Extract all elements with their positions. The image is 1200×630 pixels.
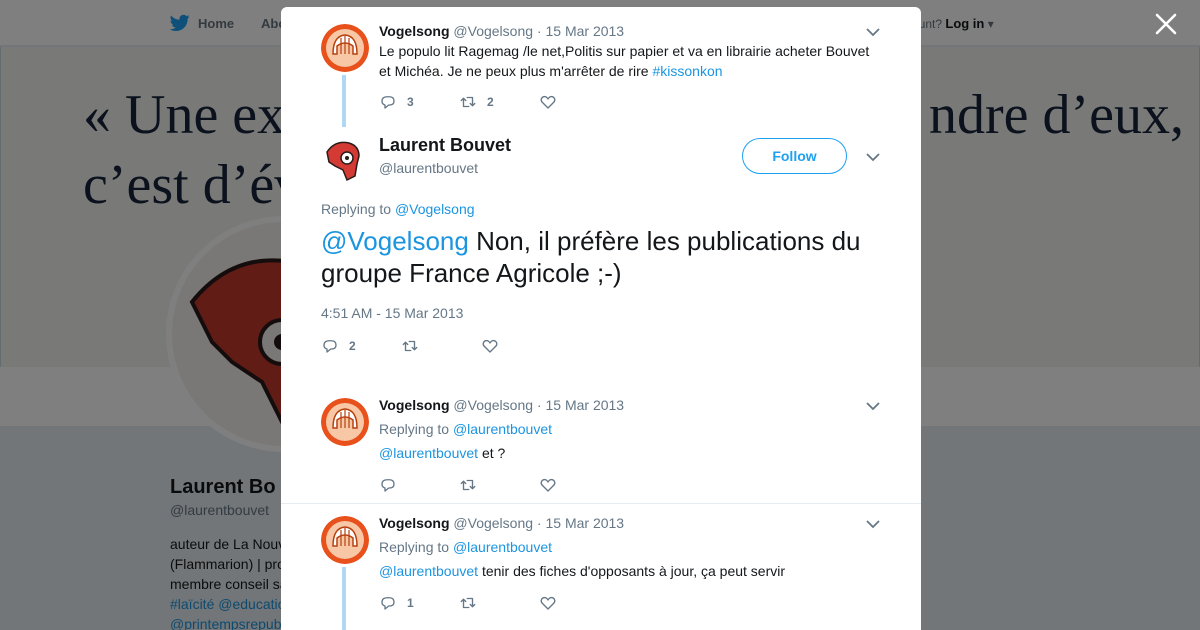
chevron-down-icon[interactable] <box>865 516 881 532</box>
fullname[interactable]: Vogelsong <box>379 397 450 413</box>
retweet-button[interactable] <box>459 476 539 494</box>
heart-icon <box>540 478 556 492</box>
tweet-header: Vogelsong @Vogelsong · 15 Mar 2013 <box>379 397 624 413</box>
replying-prefix: Replying to <box>379 421 453 437</box>
retweet-button[interactable] <box>401 337 481 355</box>
reply-icon <box>381 597 395 610</box>
username[interactable]: @laurentbouvet <box>379 160 478 176</box>
helmet-avatar-icon <box>321 398 369 446</box>
tweet-actions: 1 <box>379 593 619 613</box>
username[interactable]: @Vogelsong <box>453 515 533 531</box>
tweet-actions: 2 <box>321 336 561 356</box>
tweet-text-body: tenir des fiches d'opposants à jour, ça … <box>478 563 786 579</box>
retweet-icon <box>460 597 476 609</box>
fullname[interactable]: Laurent Bouvet <box>379 135 511 156</box>
replying-to-link[interactable]: @laurentbouvet <box>453 539 552 555</box>
reply-tweet[interactable]: Vogelsong @Vogelsong · 15 Mar 2013 Reply… <box>281 385 921 503</box>
separator-dot: · <box>536 515 542 531</box>
mention-link[interactable]: @laurentbouvet <box>379 563 478 579</box>
reply-tweet[interactable]: Vogelsong @Vogelsong · 15 Mar 2013 Reply… <box>281 503 921 630</box>
retweet-icon <box>402 340 418 352</box>
tweet-header: Vogelsong @Vogelsong · 15 Mar 2013 <box>379 515 624 531</box>
thread-line <box>342 567 346 630</box>
reply-icon <box>381 479 395 492</box>
follow-button[interactable]: Follow <box>742 138 847 174</box>
tweet-actions <box>379 475 619 495</box>
tweet-text-body: et ? <box>478 445 506 461</box>
tweet-text: @Vogelsong Non, il préfère les publicati… <box>321 225 891 289</box>
heart-icon <box>540 596 556 610</box>
username[interactable]: @Vogelsong <box>453 397 533 413</box>
tweet-timestamp[interactable]: 4:51 AM - 15 Mar 2013 <box>321 305 463 321</box>
retweet-button[interactable] <box>459 594 539 612</box>
avatar[interactable] <box>321 516 369 564</box>
avatar[interactable] <box>321 134 369 182</box>
reply-count: 2 <box>349 339 356 353</box>
replying-to-link[interactable]: @Vogelsong <box>395 201 475 217</box>
fullname[interactable]: Vogelsong <box>379 515 450 531</box>
chevron-down-icon[interactable] <box>865 149 881 165</box>
like-button[interactable] <box>539 594 619 612</box>
replying-prefix: Replying to <box>379 539 453 555</box>
heart-icon <box>482 339 498 353</box>
reply-icon <box>323 340 337 353</box>
tweet-time[interactable]: 15 Mar 2013 <box>545 397 624 413</box>
retweet-icon <box>460 479 476 491</box>
replying-prefix: Replying to <box>321 201 395 217</box>
permalink-tweet: Laurent Bouvet @laurentbouvet Follow Rep… <box>281 7 921 387</box>
tweet-text: @laurentbouvet tenir des fiches d'opposa… <box>379 561 879 581</box>
chevron-down-icon[interactable] <box>865 398 881 414</box>
like-button[interactable] <box>539 476 619 494</box>
mention-link[interactable]: @laurentbouvet <box>379 445 478 461</box>
reply-button[interactable] <box>379 476 459 494</box>
replying-to-link[interactable]: @laurentbouvet <box>453 421 552 437</box>
tweet-modal: Vogelsong @Vogelsong · 15 Mar 2013 Le po… <box>281 7 921 630</box>
like-button[interactable] <box>481 337 561 355</box>
avatar[interactable] <box>321 398 369 446</box>
tweet-text: @laurentbouvet et ? <box>379 443 879 463</box>
replying-to: Replying to @laurentbouvet <box>379 539 552 555</box>
mention-link[interactable]: @Vogelsong <box>321 226 469 256</box>
tweet-time[interactable]: 15 Mar 2013 <box>545 515 624 531</box>
separator-dot: · <box>536 397 542 413</box>
reply-button[interactable]: 1 <box>379 594 459 612</box>
replying-to: Replying to @laurentbouvet <box>379 421 552 437</box>
helmet-avatar-icon <box>321 134 369 182</box>
replying-to: Replying to @Vogelsong <box>321 201 475 217</box>
close-icon[interactable] <box>1154 12 1178 36</box>
helmet-avatar-icon <box>321 516 369 564</box>
reply-count: 1 <box>407 596 414 610</box>
reply-button[interactable]: 2 <box>321 337 401 355</box>
